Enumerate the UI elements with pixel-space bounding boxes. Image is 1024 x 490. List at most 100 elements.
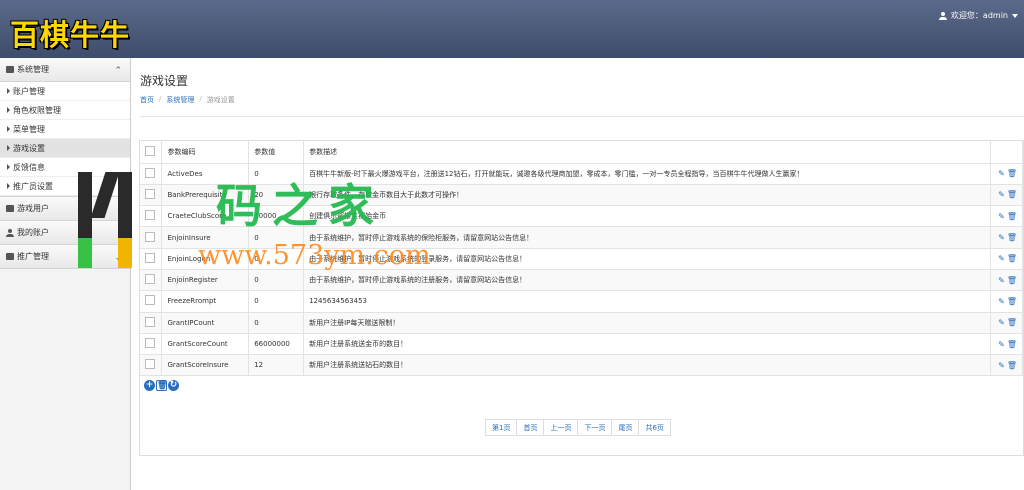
- chevron-down-icon: ⌄: [114, 253, 122, 263]
- user-menu[interactable]: 欢迎您：admin: [938, 10, 1018, 21]
- cell-value: 0: [248, 163, 305, 185]
- caret-right-icon: [7, 88, 10, 94]
- edit-icon[interactable]: ✎: [998, 212, 1005, 221]
- table-row[interactable]: ActiveDes 0 百棋牛牛新版-时下最火爆游戏平台，注册送12钻石，打开就能玩…: [140, 163, 1023, 185]
- table-row[interactable]: CraeteClubScore 10000 创建俱乐部楼主初始金币 ✎ 🗑: [140, 205, 1023, 228]
- edit-icon[interactable]: ✎: [998, 276, 1005, 285]
- sidebar-item-menus[interactable]: 菜单管理: [0, 120, 130, 139]
- row-checkbox[interactable]: [145, 210, 155, 221]
- column-header-value[interactable]: 参数值: [248, 141, 305, 164]
- cell-value: 20: [248, 184, 305, 207]
- user-icon: [6, 228, 14, 237]
- settings-table: 参数编码 参数值 参数描述 ActiveDes 0 百棋牛牛新版-时下最火爆游戏平台…: [140, 141, 1023, 377]
- sidebar-group-label: 游戏用户: [17, 204, 49, 213]
- sidebar-group-game-users[interactable]: 游戏用户: [0, 197, 130, 221]
- sidebar-item-label: 推广员设置: [13, 181, 53, 191]
- delete-icon[interactable]: 🗑: [1007, 212, 1017, 221]
- main-content: 游戏设置 首页 / 系统管理 / 游戏设置 参数编码 参数值 参数描述 Acti…: [132, 58, 1024, 490]
- row-checkbox[interactable]: [145, 252, 155, 263]
- row-checkbox[interactable]: [145, 359, 155, 370]
- delete-icon[interactable]: 🗑: [1007, 254, 1017, 263]
- cell-desc: 百棋牛牛新版-时下最火爆游戏平台，注册送12钻石，打开就能玩，诚邀各级代理商加盟…: [303, 163, 992, 185]
- pager-next[interactable]: 下一页: [577, 419, 613, 436]
- sidebar-group-system[interactable]: 系统管理 ⌃: [0, 58, 130, 82]
- delete-icon[interactable]: 🗑: [1007, 361, 1017, 370]
- delete-icon[interactable]: 🗑: [156, 380, 167, 391]
- row-checkbox[interactable]: [145, 338, 155, 349]
- sidebar-item-game-settings[interactable]: 游戏设置: [0, 139, 130, 158]
- pager-last[interactable]: 尾页: [611, 419, 640, 436]
- sidebar-item-promoters[interactable]: 推广员设置: [0, 177, 130, 196]
- sidebar-item-label: 角色权限管理: [13, 105, 61, 115]
- refresh-icon[interactable]: ↻: [168, 380, 179, 391]
- row-checkbox[interactable]: [145, 167, 155, 178]
- caret-right-icon: [7, 126, 10, 132]
- caret-right-icon: [7, 164, 10, 170]
- edit-icon[interactable]: ✎: [998, 297, 1005, 306]
- table-row[interactable]: FreezeRrompt 0 1245634563453 ✎ 🗑: [140, 290, 1023, 313]
- table-row[interactable]: GrantScoreInsure 12 新用户注册系统送钻石的数目！ ✎ 🗑: [140, 354, 1023, 377]
- table-row[interactable]: GrantIPCount 0 新用户注册IP每天赠送限制！ ✎ 🗑: [140, 312, 1023, 334]
- cell-value: 66000000: [248, 333, 305, 356]
- cell-code: BankPrerequisite: [161, 184, 250, 207]
- sidebar-group-label: 推广管理: [17, 252, 49, 261]
- delete-icon[interactable]: 🗑: [1007, 297, 1017, 306]
- cell-code: CraeteClubScore: [161, 205, 250, 228]
- edit-icon[interactable]: ✎: [998, 190, 1005, 199]
- table-header-row: 参数编码 参数值 参数描述: [140, 141, 1023, 164]
- table-row[interactable]: GrantScoreCount 66000000 新用户注册系统送金币的数目！ ✎ 🗑: [140, 333, 1023, 356]
- caret-right-icon: [7, 107, 10, 113]
- sidebar-group-promotion[interactable]: 推广管理 ⌄: [0, 245, 130, 269]
- cell-desc: 新用户注册IP每天赠送限制！: [303, 312, 992, 334]
- delete-icon[interactable]: 🗑: [1007, 276, 1017, 285]
- edit-icon[interactable]: ✎: [998, 318, 1005, 327]
- table-row[interactable]: BankPrerequisite 20 银行存取条件，存取金币数目大于此数才可操作！…: [140, 184, 1023, 207]
- delete-icon[interactable]: 🗑: [1007, 318, 1017, 327]
- cell-code: EnjoinRegister: [161, 269, 250, 292]
- cell-desc: 创建俱乐部楼主初始金币: [303, 205, 992, 228]
- cell-code: ActiveDes: [161, 163, 250, 185]
- pager-first[interactable]: 首页: [516, 419, 545, 436]
- row-checkbox[interactable]: [145, 188, 155, 199]
- breadcrumb-system[interactable]: 系统管理: [166, 95, 194, 105]
- breadcrumb-separator: /: [159, 95, 162, 103]
- select-all-checkbox[interactable]: [145, 145, 155, 156]
- table-row[interactable]: EnjoinInsure 0 由于系统维护，暂时停止游戏系统的保险柜服务，请留意网站…: [140, 226, 1023, 249]
- row-checkbox[interactable]: [145, 274, 155, 285]
- breadcrumb-separator: /: [199, 95, 202, 103]
- delete-icon[interactable]: 🗑: [1007, 233, 1017, 242]
- column-header-desc[interactable]: 参数描述: [303, 141, 992, 164]
- table-row[interactable]: EnjoinLogon 0 由于系统维护，暂时停止游戏系统的登录服务，请留意网站公告…: [140, 248, 1023, 270]
- sidebar-group-my-account[interactable]: 我的账户: [0, 221, 130, 245]
- delete-icon[interactable]: 🗑: [1007, 169, 1017, 178]
- user-icon: [938, 11, 947, 20]
- edit-icon[interactable]: ✎: [998, 254, 1005, 263]
- cell-value: 0: [248, 312, 305, 334]
- breadcrumb-home[interactable]: 首页: [140, 95, 154, 105]
- sidebar-item-accounts[interactable]: 账户管理: [0, 82, 130, 101]
- pager-total: 共6页: [638, 419, 671, 436]
- edit-icon[interactable]: ✎: [998, 233, 1005, 242]
- cell-desc: 新用户注册系统送钻石的数目！: [303, 354, 992, 377]
- row-checkbox[interactable]: [145, 316, 155, 327]
- column-header-code[interactable]: 参数编码: [161, 141, 250, 164]
- cell-desc: 由于系统维护，暂时停止游戏系统的登录服务，请留意网站公告信息！: [303, 248, 992, 270]
- add-icon[interactable]: +: [144, 380, 155, 391]
- sidebar-item-feedback[interactable]: 反馈信息: [0, 158, 130, 177]
- row-checkbox[interactable]: [145, 231, 155, 242]
- table-row[interactable]: EnjoinRegister 0 由于系统维护，暂时停止游戏系统的注册服务，请留意网…: [140, 269, 1023, 292]
- edit-icon[interactable]: ✎: [998, 361, 1005, 370]
- edit-icon[interactable]: ✎: [998, 340, 1005, 349]
- edit-icon[interactable]: ✎: [998, 169, 1005, 178]
- settings-grid: 参数编码 参数值 参数描述 ActiveDes 0 百棋牛牛新版-时下最火爆游戏平台…: [139, 140, 1024, 456]
- divider: [140, 116, 1024, 117]
- delete-icon[interactable]: 🗑: [1007, 190, 1017, 199]
- sidebar: 系统管理 ⌃ 账户管理 角色权限管理 菜单管理 游戏设置 反馈信息 推广员设置 …: [0, 58, 131, 490]
- pager-prev[interactable]: 上一页: [543, 419, 579, 436]
- delete-icon[interactable]: 🗑: [1007, 340, 1017, 349]
- row-checkbox[interactable]: [145, 295, 155, 306]
- caret-right-icon: [7, 183, 10, 189]
- welcome-text: 欢迎您：admin: [950, 11, 1008, 20]
- sidebar-item-roles[interactable]: 角色权限管理: [0, 101, 130, 120]
- pager-current-page[interactable]: 第1页: [485, 419, 518, 436]
